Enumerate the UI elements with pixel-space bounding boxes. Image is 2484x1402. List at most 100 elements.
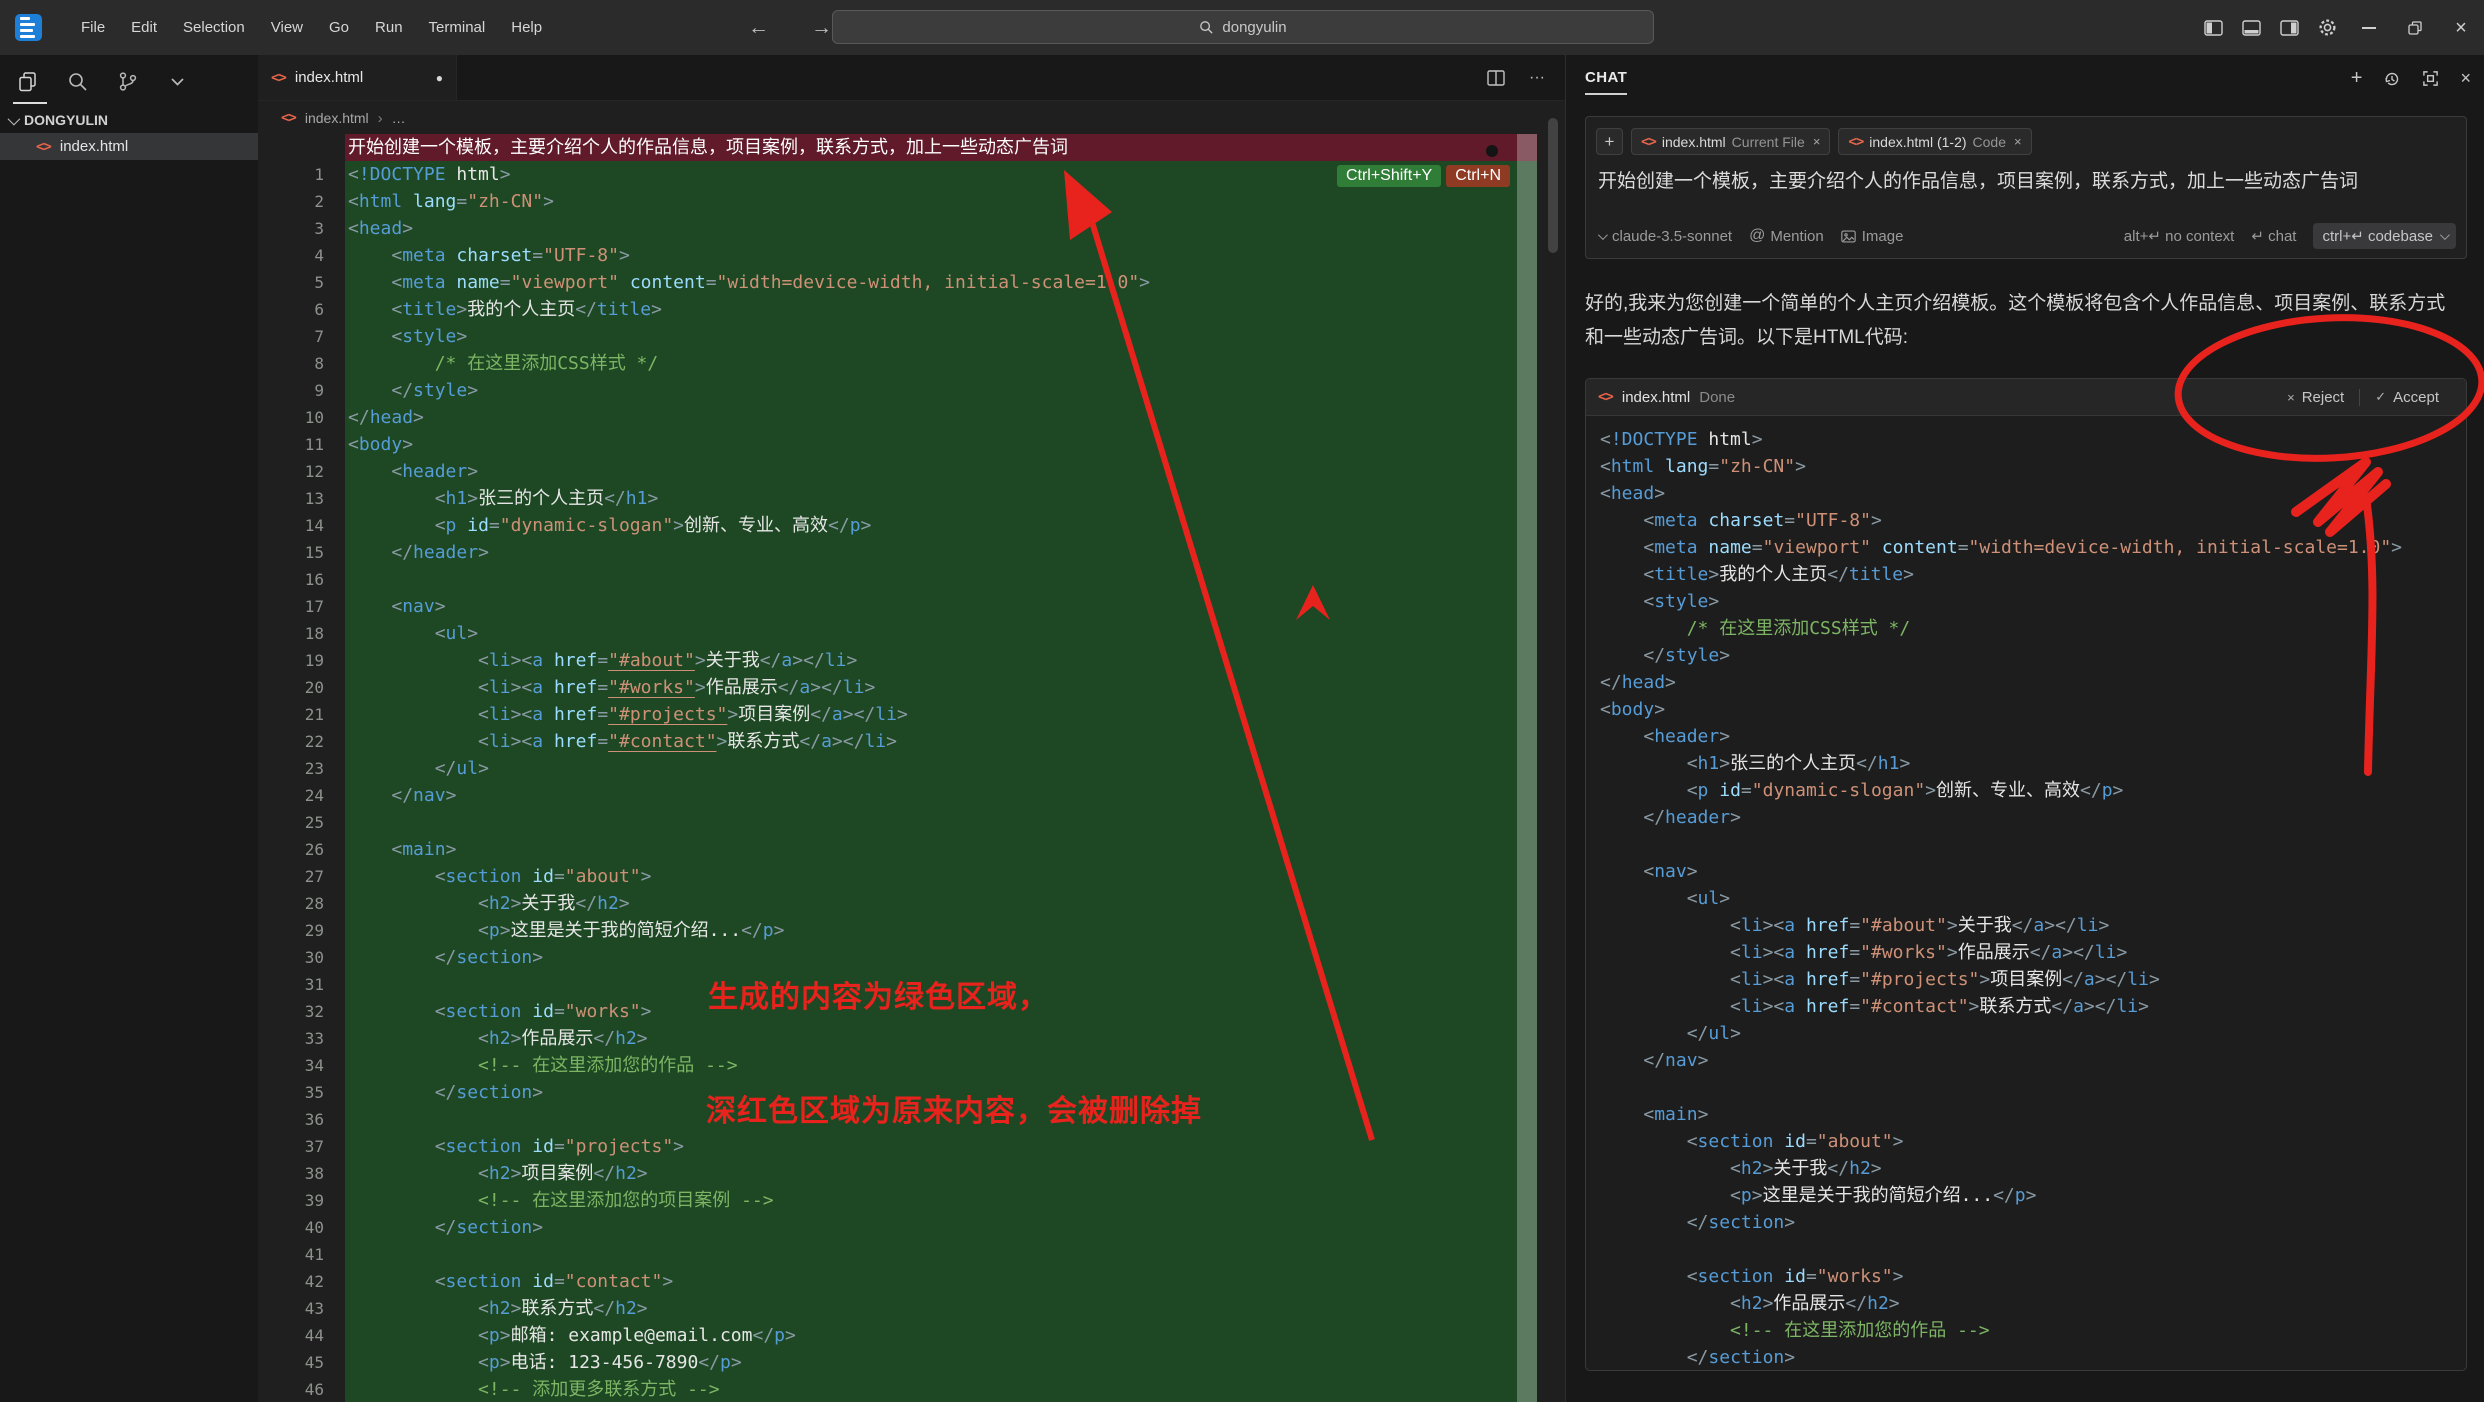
menu-bar: FileEditSelectionViewGoRunTerminalHelp xyxy=(68,12,555,43)
html-file-icon: <> xyxy=(36,139,51,155)
explorer-files-icon[interactable] xyxy=(16,70,39,93)
code-line-text: <!-- 添加更多联系方式 --> xyxy=(345,1376,1537,1402)
line-number: 16 xyxy=(258,566,345,593)
code-line-text: <p id="dynamic-slogan">创新、专业、高效</p> xyxy=(345,512,1537,539)
context-chip-code[interactable]: <> index.html (1-2) Code × xyxy=(1838,128,2031,155)
tab-label: index.html xyxy=(295,69,363,86)
accept-button[interactable]: ✓ Accept xyxy=(2359,389,2454,406)
reject-shortcut-badge[interactable]: Ctrl+N xyxy=(1446,165,1510,187)
code-line-text: <section id="contact"> xyxy=(345,1268,1537,1295)
code-line-text: <h2>项目案例</h2> xyxy=(345,1160,1537,1187)
line-number: 7 xyxy=(258,323,345,350)
close-window-button[interactable]: × xyxy=(2438,0,2484,55)
menu-go[interactable]: Go xyxy=(316,12,362,43)
line-number: 1 xyxy=(258,161,345,188)
code-line-text: <h2>关于我</h2> xyxy=(345,890,1537,917)
code-line: 30 </section> xyxy=(258,944,1537,971)
user-message[interactable]: 开始创建一个模板，主要介绍个人的作品信息，项目案例，联系方式，加上一些动态广告词 xyxy=(1598,166,2454,193)
hint-chat[interactable]: ↵ chat xyxy=(2251,227,2296,245)
modified-dot-icon[interactable]: ● xyxy=(436,71,443,85)
code-line-text: <!-- 在这里添加您的作品 --> xyxy=(345,1052,1537,1079)
model-selector[interactable]: claude-3.5-sonnet xyxy=(1598,228,1732,245)
code-line: 21 <li><a href="#projects">项目案例</a></li> xyxy=(258,701,1537,728)
image-button[interactable]: Image xyxy=(1841,228,1904,245)
code-line-text: <li><a href="#contact">联系方式</a></li> xyxy=(345,728,1537,755)
forward-arrow-icon[interactable]: → xyxy=(811,16,832,40)
chat-input-box[interactable]: + <> index.html Current File × <> index.… xyxy=(1585,116,2467,259)
sidebar-item-index-html[interactable]: <> index.html xyxy=(0,133,258,160)
add-context-button[interactable]: + xyxy=(1596,128,1623,155)
mention-button[interactable]: @ Mention xyxy=(1749,227,1824,245)
overview-ruler xyxy=(1517,134,1537,1402)
code-line-text: <h2>作品展示</h2> xyxy=(345,1025,1537,1052)
menu-help[interactable]: Help xyxy=(498,12,555,43)
more-actions-icon[interactable]: ··· xyxy=(1529,69,1545,87)
back-arrow-icon[interactable]: ← xyxy=(748,16,769,40)
chat-panel-title[interactable]: CHAT xyxy=(1585,69,1627,95)
settings-gear-icon[interactable] xyxy=(2308,0,2346,55)
chevron-down-icon xyxy=(2440,230,2450,240)
chat-code-line: </head> xyxy=(1600,669,2466,696)
at-icon: @ xyxy=(1749,227,1765,245)
maximize-panel-icon[interactable] xyxy=(2422,70,2439,87)
accept-shortcut-badge[interactable]: Ctrl+Shift+Y xyxy=(1337,165,1441,187)
line-number: 42 xyxy=(258,1268,345,1295)
menu-file[interactable]: File xyxy=(68,12,118,43)
menu-selection[interactable]: Selection xyxy=(170,12,258,43)
menu-run[interactable]: Run xyxy=(362,12,416,43)
chat-code-line: </section> xyxy=(1600,1209,2466,1236)
workspace-header[interactable]: DONGYULIN xyxy=(0,105,258,133)
remove-chip-icon[interactable]: × xyxy=(2014,134,2022,149)
code-line: 12 <header> xyxy=(258,458,1537,485)
code-line: 16 xyxy=(258,566,1537,593)
chat-code-line: <h2>作品展示</h2> xyxy=(1600,1290,2466,1317)
remove-chip-icon[interactable]: × xyxy=(1813,134,1821,149)
code-line-text: <html lang="zh-CN"> xyxy=(345,188,1537,215)
code-line-text: <header> xyxy=(345,458,1537,485)
explorer-sidebar: DONGYULIN <> index.html xyxy=(0,55,259,1402)
minimize-button[interactable] xyxy=(2346,0,2392,55)
toggle-panel-icon[interactable] xyxy=(2232,0,2270,55)
tab-index-html[interactable]: <> index.html ● xyxy=(258,55,457,100)
code-block-file: index.html xyxy=(1622,389,1690,406)
chat-code-lines[interactable]: <!DOCTYPE html><html lang="zh-CN"><head>… xyxy=(1586,416,2466,1371)
line-number: 13 xyxy=(258,485,345,512)
code-line: 35 </section> xyxy=(258,1079,1537,1106)
new-chat-icon[interactable]: + xyxy=(2351,67,2363,90)
command-search-input[interactable]: dongyulin xyxy=(832,10,1654,44)
search-sidebar-icon[interactable] xyxy=(66,70,89,93)
chat-code-line: <section id="works"> xyxy=(1600,1263,2466,1290)
code-editor[interactable]: 开始创建一个模板，主要介绍个人的作品信息，项目案例，联系方式，加上一些动态广告词… xyxy=(258,134,1537,1402)
chat-code-line: <li><a href="#works">作品展示</a></li> xyxy=(1600,939,2466,966)
source-control-icon[interactable] xyxy=(116,70,139,93)
code-line-text: </header> xyxy=(345,539,1537,566)
line-number: 22 xyxy=(258,728,345,755)
chat-input-toolbar: claude-3.5-sonnet @ Mention Image alt+↵ … xyxy=(1598,223,2456,249)
hint-codebase-pill[interactable]: ctrl+↵ codebase xyxy=(2313,223,2456,249)
menu-edit[interactable]: Edit xyxy=(118,12,170,43)
send-hints: alt+↵ no context ↵ chat ctrl+↵ codebase xyxy=(2124,223,2456,249)
chat-panel: CHAT + × + <> index.html Current File × xyxy=(1565,55,2484,1402)
x-icon: × xyxy=(2287,390,2295,405)
toggle-secondary-sidebar-icon[interactable] xyxy=(2270,0,2308,55)
toggle-sidebar-icon[interactable] xyxy=(2194,0,2232,55)
chevron-down-icon xyxy=(8,112,21,125)
restore-button[interactable] xyxy=(2392,0,2438,55)
image-label: Image xyxy=(1862,228,1904,245)
split-editor-icon[interactable] xyxy=(1487,70,1505,86)
reject-button[interactable]: × Reject xyxy=(2272,389,2359,406)
context-chip-current-file[interactable]: <> index.html Current File × xyxy=(1631,128,1830,155)
code-line-text: <li><a href="#works">作品展示</a></li> xyxy=(345,674,1537,701)
chat-history-icon[interactable] xyxy=(2383,70,2401,88)
html-file-icon: <> xyxy=(1598,389,1613,405)
close-panel-icon[interactable]: × xyxy=(2460,68,2471,89)
more-views-chevron-icon[interactable] xyxy=(166,70,189,93)
code-line: 11<body> xyxy=(258,431,1537,458)
line-number: 10 xyxy=(258,404,345,431)
menu-terminal[interactable]: Terminal xyxy=(416,12,499,43)
menu-view[interactable]: View xyxy=(258,12,316,43)
breadcrumb[interactable]: <> index.html › … xyxy=(258,101,1565,135)
hint-no-context[interactable]: alt+↵ no context xyxy=(2124,227,2235,245)
editor-scrollbar-thumb[interactable] xyxy=(1548,118,1558,253)
workspace-name: DONGYULIN xyxy=(24,112,108,128)
